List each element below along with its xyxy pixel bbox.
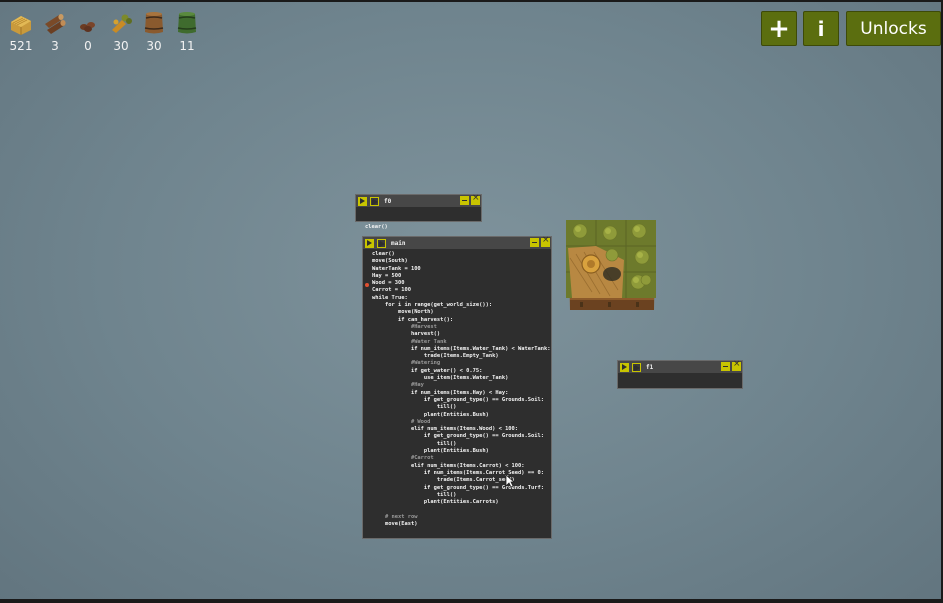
step-icon[interactable] bbox=[377, 238, 386, 248]
code-window-f1[interactable]: f1 bbox=[617, 359, 743, 389]
water-tank-icon bbox=[174, 10, 200, 36]
code-line: WaterTank = 100 bbox=[372, 265, 421, 272]
code-line: move(North) bbox=[372, 309, 434, 316]
code-editor[interactable]: clear() move(South) WaterTank = 100 Hay = 5… bbox=[363, 249, 551, 528]
resource-count: 30 bbox=[146, 39, 162, 53]
code-line: for i in range(get_world_size()): bbox=[372, 302, 493, 309]
minimize-icon[interactable] bbox=[460, 196, 469, 205]
code-window-main[interactable]: main clear()move(South)WaterTank = 100Ha… bbox=[362, 235, 552, 539]
code-line: clear() bbox=[365, 223, 388, 230]
code-line: #Harvest bbox=[372, 323, 437, 330]
resource-wood: 3 bbox=[40, 10, 70, 53]
code-line: # Wood bbox=[372, 418, 431, 425]
window-titlebar[interactable]: f1 bbox=[618, 359, 742, 373]
breakpoint-icon[interactable] bbox=[365, 283, 369, 287]
code-line: if get_ground_type() == Grounds.Turf: bbox=[372, 484, 545, 491]
unlocks-button[interactable]: Unlocks bbox=[846, 11, 941, 46]
run-icon[interactable] bbox=[620, 362, 629, 372]
farm-field[interactable] bbox=[566, 220, 656, 312]
code-editor[interactable] bbox=[618, 373, 742, 375]
step-icon[interactable] bbox=[632, 362, 641, 372]
resource-count: 521 bbox=[9, 39, 33, 53]
code-line: #Water Tank bbox=[372, 338, 447, 345]
code-line: till() bbox=[372, 491, 457, 498]
minimize-icon[interactable] bbox=[530, 238, 539, 247]
code-line: if get_ground_type() == Grounds.Soil: bbox=[372, 396, 545, 403]
window-title: main bbox=[391, 239, 406, 247]
window-frame-top bbox=[0, 0, 943, 2]
empty-tank-icon bbox=[141, 10, 167, 36]
window-titlebar[interactable]: main bbox=[363, 235, 551, 249]
code-line: harvest() bbox=[372, 331, 441, 338]
run-icon[interactable] bbox=[358, 196, 367, 206]
code-line: if get_water() < 0.75: bbox=[372, 367, 483, 374]
wood-icon bbox=[42, 10, 68, 36]
code-line: if num_items(Items.Hay) < Hay: bbox=[372, 389, 509, 396]
resource-carrot-seed: 30 bbox=[106, 10, 136, 53]
carrot-icon bbox=[75, 10, 101, 36]
close-icon[interactable] bbox=[541, 235, 550, 247]
code-line: while True: bbox=[372, 294, 408, 301]
plus-icon: + bbox=[768, 13, 790, 44]
code-line: if num_items(Items.Water_Tank) < WaterTa… bbox=[372, 345, 551, 352]
window-title: f0 bbox=[384, 197, 392, 205]
code-line: move(East) bbox=[372, 520, 418, 527]
resource-count: 3 bbox=[51, 39, 59, 53]
add-button[interactable]: + bbox=[761, 11, 797, 46]
step-icon[interactable] bbox=[370, 196, 379, 206]
window-title: f1 bbox=[646, 363, 654, 371]
code-line: plant(Entities.Bush) bbox=[372, 411, 489, 418]
code-line: trade(Items.Carrot_seed) bbox=[372, 477, 515, 484]
code-line: elif num_items(Items.Carrot) < 100: bbox=[372, 462, 525, 469]
code-line: Wood = 300 bbox=[372, 280, 405, 287]
code-line: trade(Items.Empty_Tank) bbox=[372, 353, 499, 360]
code-line: # next row bbox=[372, 513, 418, 520]
resource-hay: 521 bbox=[6, 10, 36, 53]
code-line: plant(Entities.Carrots) bbox=[372, 499, 499, 506]
code-line: clear() bbox=[372, 251, 395, 257]
code-line: #Carrot bbox=[372, 455, 434, 462]
close-icon[interactable] bbox=[732, 359, 741, 371]
code-line: till() bbox=[372, 440, 457, 447]
code-line: Hay = 500 bbox=[372, 272, 402, 279]
code-line: till() bbox=[372, 404, 457, 411]
resource-empty-tank: 30 bbox=[139, 10, 169, 53]
code-line: use_item(Items.Water_Tank) bbox=[372, 375, 509, 382]
code-line: if can_harvest(): bbox=[372, 316, 454, 323]
code-line: #Watering bbox=[372, 360, 441, 367]
code-line: plant(Entities.Bush) bbox=[372, 448, 489, 455]
resource-count: 30 bbox=[113, 39, 129, 53]
code-line: Carrot = 100 bbox=[372, 287, 411, 294]
window-titlebar[interactable]: f0 bbox=[356, 193, 481, 207]
close-icon[interactable] bbox=[471, 193, 480, 205]
minimize-icon[interactable] bbox=[721, 362, 730, 371]
resource-water-tank: 11 bbox=[172, 10, 202, 53]
code-line: if num_items(Items.Carrot_Seed) == 0: bbox=[372, 469, 545, 476]
mouse-cursor-icon bbox=[505, 473, 516, 492]
resource-count: 0 bbox=[84, 39, 92, 53]
resource-count: 11 bbox=[179, 39, 195, 53]
code-line: if get_ground_type() == Grounds.Soil: bbox=[372, 433, 545, 440]
info-icon: i bbox=[817, 16, 825, 41]
run-icon[interactable] bbox=[365, 238, 374, 248]
hay-icon bbox=[8, 10, 34, 36]
code-line: #Hay bbox=[372, 382, 424, 389]
carrot-seed-icon bbox=[108, 10, 134, 36]
code-line: elif num_items(Items.Wood) < 100: bbox=[372, 426, 519, 433]
info-button[interactable]: i bbox=[803, 11, 839, 46]
window-frame-bottom bbox=[0, 599, 943, 603]
code-window-f0[interactable]: f0 clear() bbox=[355, 193, 482, 230]
resource-carrot: 0 bbox=[73, 10, 103, 53]
unlocks-label: Unlocks bbox=[860, 18, 927, 39]
code-line: move(South) bbox=[372, 258, 408, 265]
